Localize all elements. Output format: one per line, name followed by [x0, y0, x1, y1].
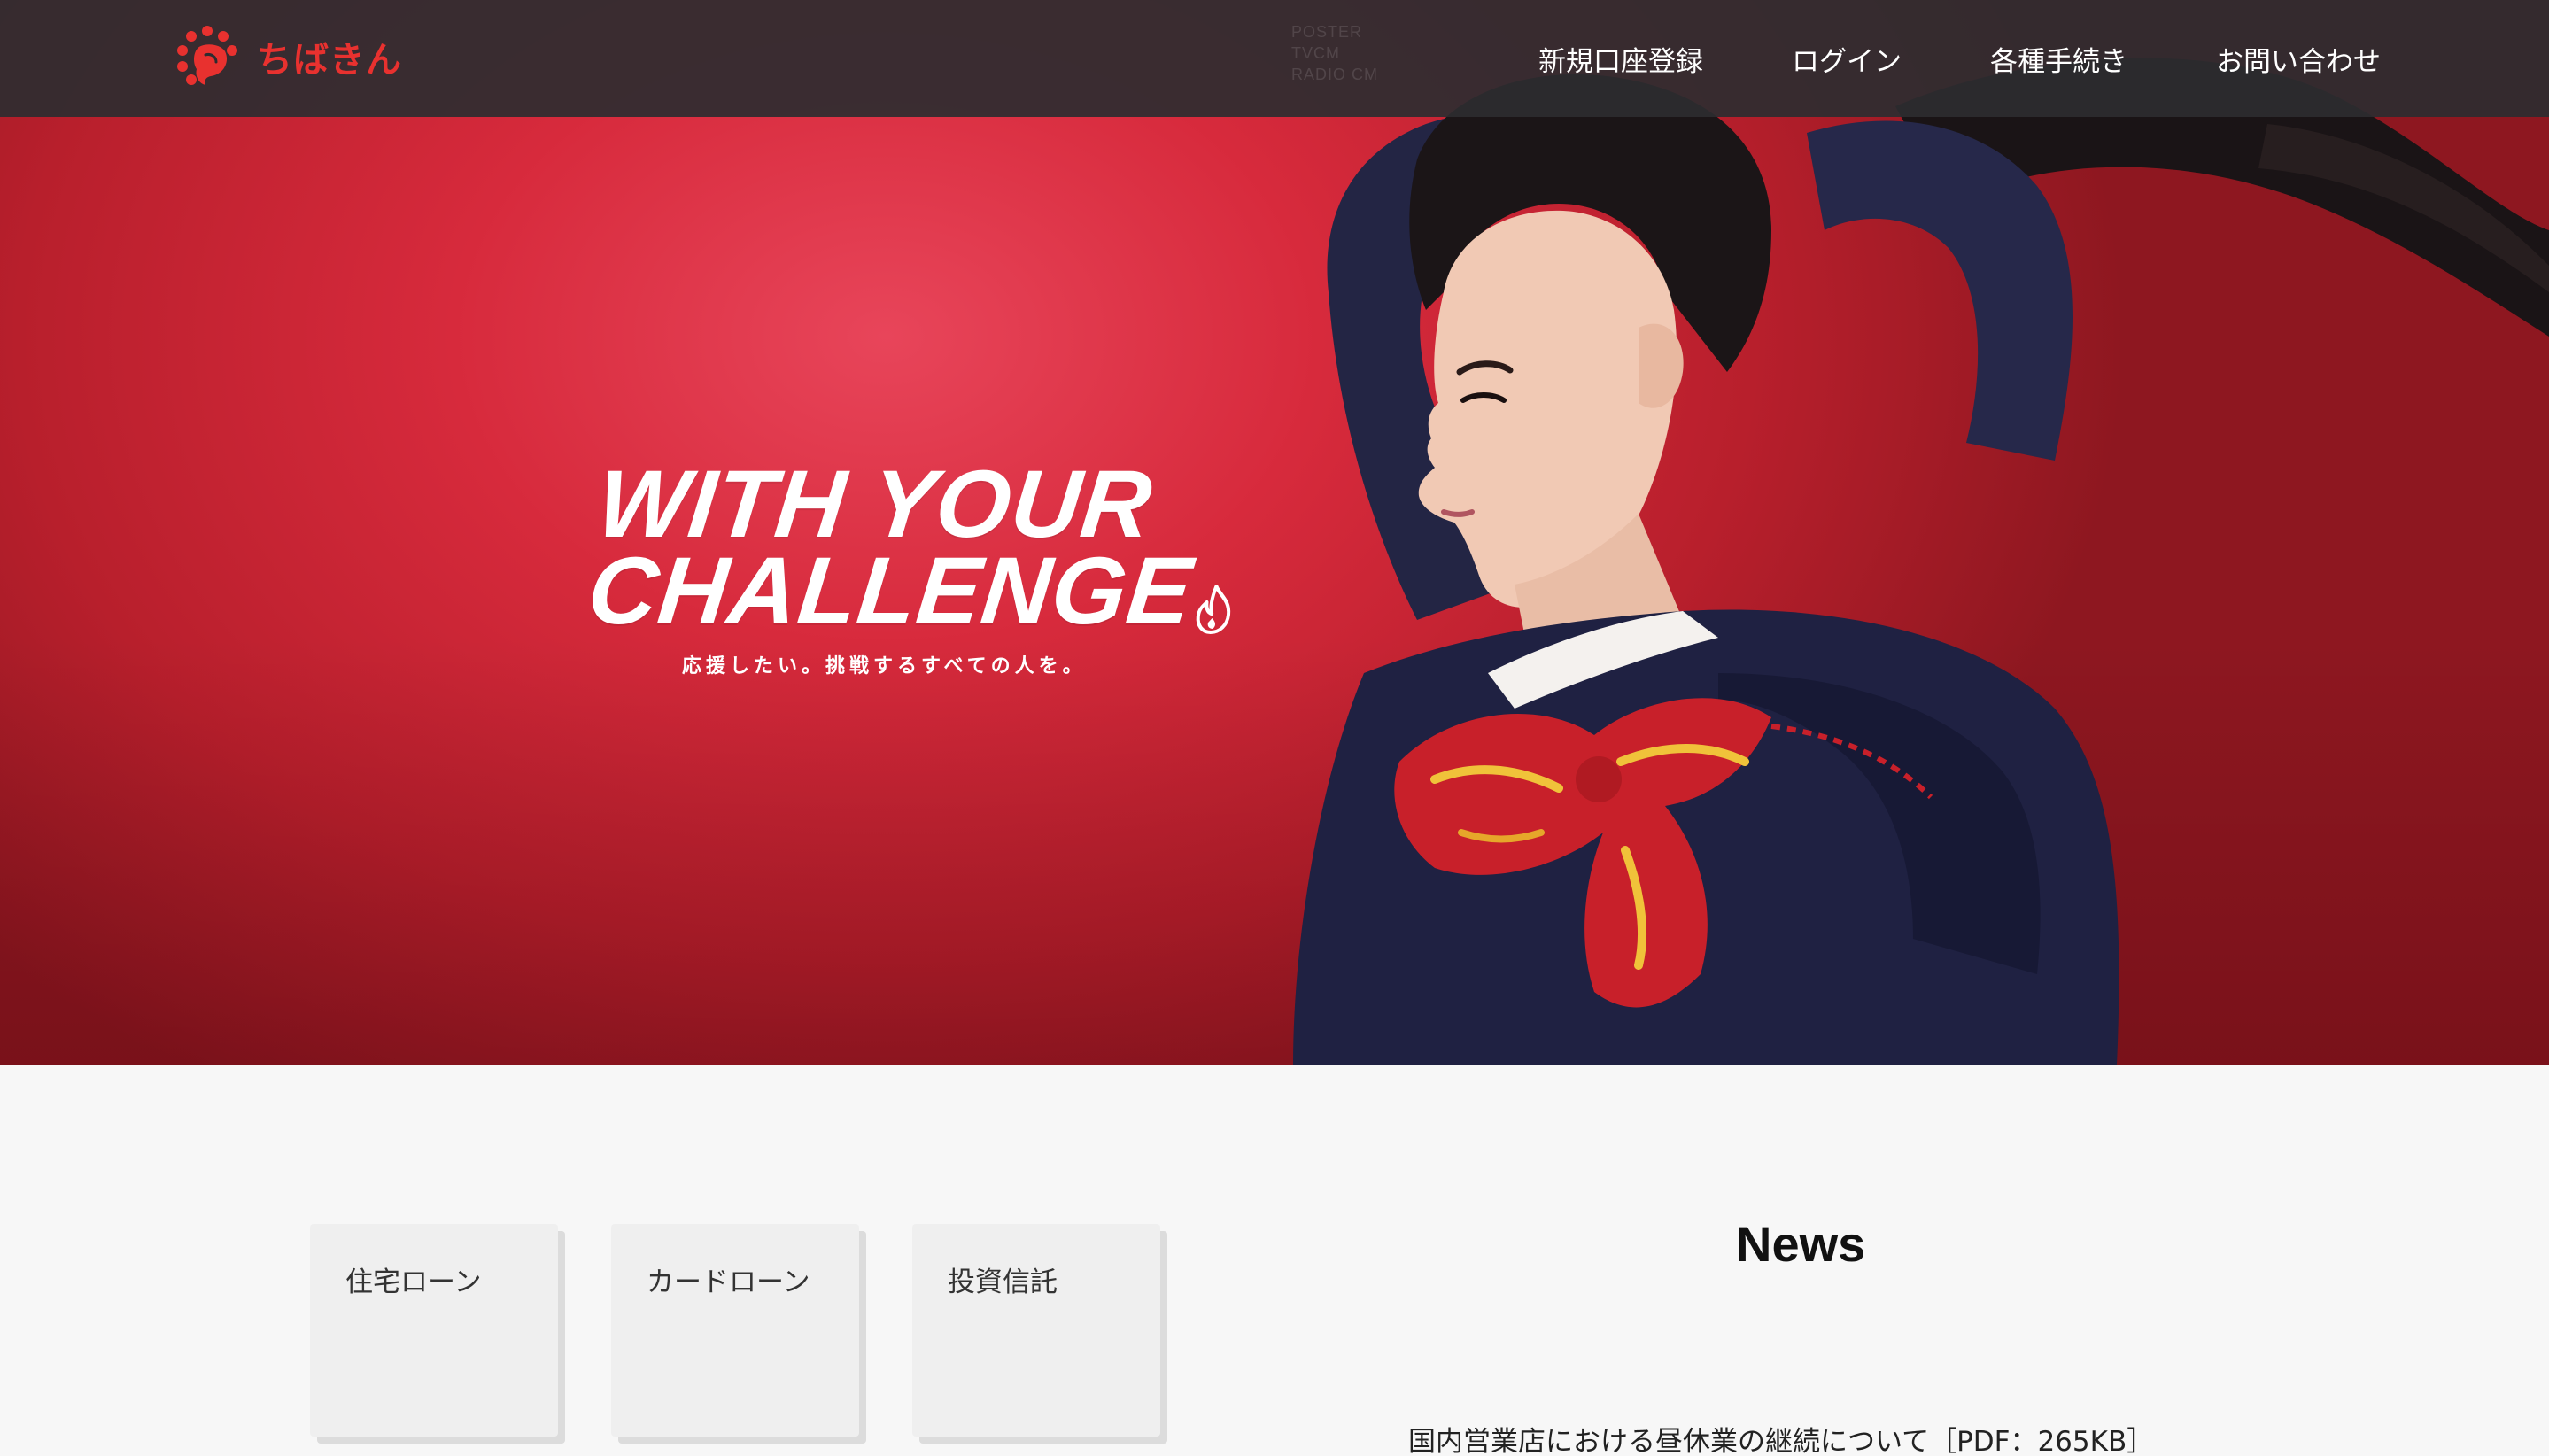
nav-new-account[interactable]: 新規口座登録 [1538, 39, 1703, 79]
ghost-line: POSTER [1291, 23, 1363, 41]
product-card-label: 投資信託 [948, 1266, 1058, 1298]
product-card-label: カードローン [647, 1266, 810, 1298]
logo-link[interactable]: ちばきん [174, 21, 402, 92]
product-card-card-loan[interactable]: カードローン [611, 1224, 859, 1437]
content-section: 住宅ローン カードローン 投資信託 News 国内営業店における昼休業の継続につ… [0, 1065, 2549, 1456]
hero-subtitle: 応援したい。挑戦するすべての人を。 [682, 655, 1087, 678]
hero-banner[interactable]: WITH YOUR CHALLENGE 応援したい。挑戦するすべての人を。 [0, 0, 2549, 1065]
product-card-investment-trust[interactable]: 投資信託 [912, 1224, 1160, 1437]
site-header: ちばきん POSTER TVCM RADIO CM 新規口座登録 ログイン 各種… [0, 0, 2549, 117]
hero-title-line-1: WITH YOUR [592, 450, 1158, 557]
logo-text: ちばきん [257, 40, 402, 81]
product-card-label: 住宅ローン [345, 1266, 482, 1298]
ghost-line: RADIO CM [1291, 66, 1378, 83]
nav-login[interactable]: ログイン [1792, 39, 1902, 79]
news-heading: News [1736, 1216, 1866, 1272]
hero-title: WITH YOUR CHALLENGE [584, 450, 1231, 644]
hero-model-image [1293, 58, 2549, 1065]
main-nav: 新規口座登録 ログイン 各種手続き お問い合わせ [1450, 0, 2381, 117]
flower-logo-icon [177, 26, 237, 85]
flame-icon [1196, 585, 1231, 634]
news-item-link[interactable]: 国内営業店における昼休業の継続について［PDF：265KB］ [1408, 1419, 2154, 1456]
hero-title-line-2: CHALLENGE [584, 537, 1231, 644]
ghost-line: TVCM [1291, 44, 1340, 62]
product-card-housing-loan[interactable]: 住宅ローン [310, 1224, 558, 1437]
hero-title-line-2-text: CHALLENGE [583, 537, 1198, 644]
hero-copy: WITH YOUR CHALLENGE 応援したい。挑戦するすべての人を。 [584, 450, 1231, 678]
background-ghost-text: POSTER TVCM RADIO CM [1291, 21, 1378, 85]
nav-contact[interactable]: お問い合わせ [2216, 39, 2381, 79]
page: WITH YOUR CHALLENGE 応援したい。挑戦するすべての人を。 ちば… [0, 0, 2549, 1456]
nav-procedures[interactable]: 各種手続き [1990, 39, 2127, 79]
